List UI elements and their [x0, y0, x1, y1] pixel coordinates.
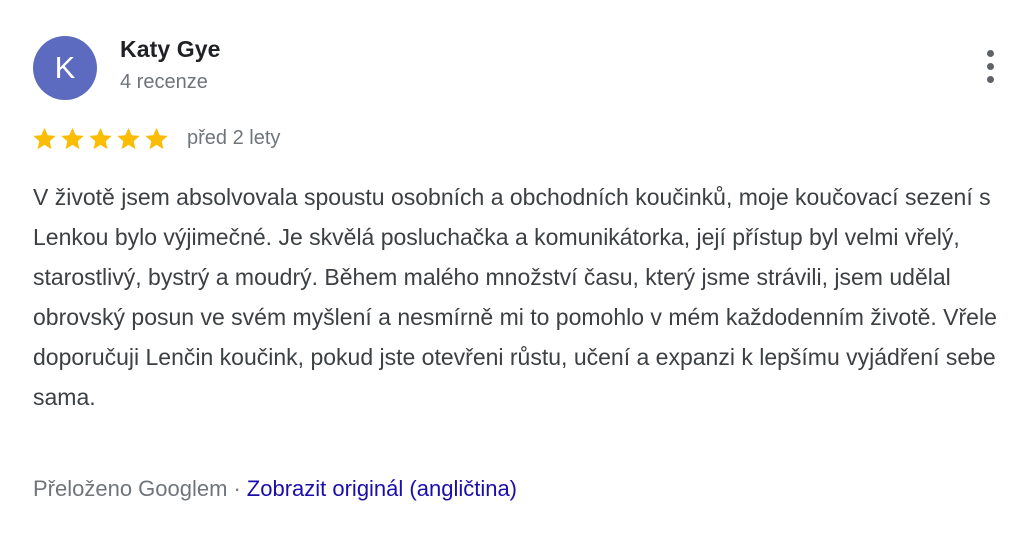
translated-label: Přeloženo Googlem: [33, 476, 228, 501]
star-icon: [117, 127, 140, 149]
avatar[interactable]: K: [33, 36, 97, 100]
star-icon: [145, 127, 168, 149]
review-date: před 2 lety: [187, 126, 281, 149]
show-original-link[interactable]: Zobrazit originál (angličtina): [247, 476, 517, 501]
review-card: K Katy Gye 4 recenze před 2 lety V život…: [0, 0, 1032, 534]
review-text: V životě jsem absolvovala spoustu osobní…: [33, 184, 997, 410]
star-icon: [89, 127, 112, 149]
author-review-count[interactable]: 4 recenze: [120, 71, 208, 94]
star-icon: [33, 127, 56, 149]
author-name[interactable]: Katy Gye: [120, 36, 221, 63]
star-rating: [31, 125, 170, 152]
more-vert-icon-dot: [986, 75, 994, 83]
star-icon: [61, 127, 84, 149]
more-vert-icon-dot: [986, 62, 994, 70]
separator: ·: [233, 476, 241, 501]
rating-row: před 2 lety: [31, 124, 280, 152]
translation-row: Přeloženo Googlem · Zobrazit originál (ang…: [33, 476, 517, 502]
avatar-initial: K: [54, 50, 76, 85]
more-vert-icon: [986, 49, 994, 57]
more-options-button[interactable]: [970, 44, 1010, 88]
